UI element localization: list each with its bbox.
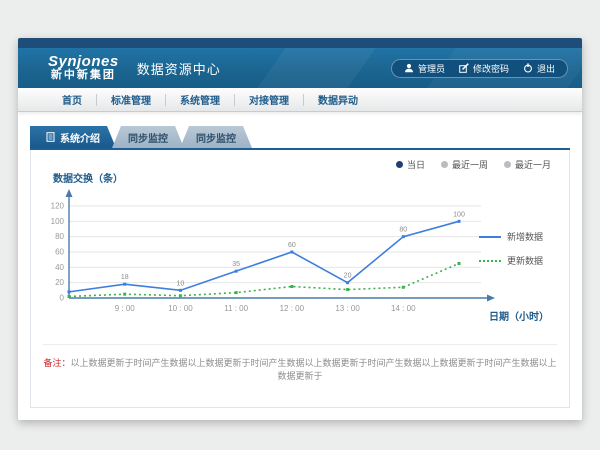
brand-logo-en: Synjones [48,54,119,70]
svg-text:10: 10 [177,280,185,287]
tab-bar: 系统介绍 同步监控 同步监控 [30,126,570,148]
svg-text:35: 35 [232,261,240,268]
chart-panel: 当日 最近一周 最近一月 数据交换（条） 0 20 40 60 80 100 120 9 : … [30,150,570,408]
tab-sync-monitor-2[interactable]: 同步监控 [180,126,252,148]
radio-label: 当日 [407,158,425,171]
tab-label: 同步监控 [128,130,168,145]
main-nav: 首页 标准管理 系统管理 对接管理 数据异动 [18,88,582,112]
data-exchange-line-chart: 0 20 40 60 80 100 120 9 : 00 10 : 00 11 : 00 12 : … [41,186,501,328]
svg-text:12 : 00: 12 : 00 [280,304,305,313]
tab-system-intro[interactable]: 系统介绍 [30,126,116,148]
svg-text:100: 100 [453,211,465,218]
nav-item-interface-mgmt[interactable]: 对接管理 [235,92,303,107]
legend-swatch-dotted-green [479,260,501,262]
svg-text:80: 80 [55,232,64,241]
app-title: 数据资源中心 [137,59,221,78]
svg-text:11 : 00: 11 : 00 [224,304,248,313]
nav-item-home[interactable]: 首页 [48,92,96,107]
svg-text:18: 18 [121,274,129,281]
time-range-filter: 当日 最近一周 最近一月 [396,158,551,171]
brand-logo: Synjones 新中新集团 [48,54,119,81]
legend-item-new-data: 新增数据 [479,230,557,243]
change-password-label: 修改密码 [473,62,509,75]
page-background: Synjones 新中新集团 数据资源中心 管理员 修改密码 退出 [0,0,600,450]
svg-text:60: 60 [55,248,64,257]
svg-text:14 : 00: 14 : 00 [391,304,416,313]
tab-label: 同步监控 [196,130,236,145]
tab-sync-monitor-1[interactable]: 同步监控 [112,126,184,148]
logout-label: 退出 [537,62,555,75]
nav-item-standard-mgmt[interactable]: 标准管理 [97,92,165,107]
radio-label: 最近一周 [452,158,488,171]
header-top-strip [18,38,582,48]
svg-text:10 : 00: 10 : 00 [168,304,193,313]
legend-label: 更新数据 [507,254,543,267]
radio-dot [504,161,511,168]
svg-text:60: 60 [288,242,296,249]
tab-label: 系统介绍 [60,130,100,145]
nav-item-system-mgmt[interactable]: 系统管理 [166,92,234,107]
legend-label: 新增数据 [507,230,543,243]
app-header: Synjones 新中新集团 数据资源中心 管理员 修改密码 退出 [18,48,582,88]
content-area: 系统介绍 同步监控 同步监控 当日 最近 [18,112,582,420]
svg-text:80: 80 [399,227,407,234]
power-icon [523,63,533,73]
radio-dot [441,161,448,168]
legend-item-updated-data: 更新数据 [479,254,557,267]
svg-text:120: 120 [51,202,65,211]
user-toolbar: 管理员 修改密码 退出 [391,59,568,78]
footnote: 备注：以上数据更新于时间产生数据以上数据更新于时间产生数据以上数据更新于时间产生… [43,344,557,382]
brand-logo-cn: 新中新集团 [48,70,119,82]
svg-text:13 : 00: 13 : 00 [335,304,360,313]
user-icon [404,63,414,73]
footnote-prefix: 备注： [43,358,70,368]
current-user-button[interactable]: 管理员 [404,62,445,75]
radio-today[interactable]: 当日 [396,158,425,171]
svg-text:100: 100 [51,217,65,226]
edit-icon [459,63,469,73]
footnote-text: 以上数据更新于时间产生数据以上数据更新于时间产生数据以上数据更新于时间产生数据以… [71,358,557,381]
svg-text:0: 0 [60,294,65,303]
y-axis-title: 数据交换（条） [53,170,123,185]
current-user-label: 管理员 [418,62,445,75]
change-password-button[interactable]: 修改密码 [459,62,509,75]
header-decor-streak [243,48,382,88]
radio-last-month[interactable]: 最近一月 [504,158,551,171]
svg-text:9 : 00: 9 : 00 [115,304,136,313]
document-icon [46,132,55,142]
nav-item-data-change[interactable]: 数据异动 [304,92,372,107]
svg-text:20: 20 [55,278,64,287]
radio-label: 最近一月 [515,158,551,171]
radio-dot-selected [396,161,403,168]
logout-button[interactable]: 退出 [523,62,555,75]
app-window: Synjones 新中新集团 数据资源中心 管理员 修改密码 退出 [18,38,582,420]
x-axis-title: 日期（小时） [489,308,549,323]
svg-text:40: 40 [55,263,64,272]
chart-legend: 新增数据 更新数据 [479,230,557,278]
radio-last-week[interactable]: 最近一周 [441,158,488,171]
legend-swatch-solid-blue [479,236,501,238]
svg-text:20: 20 [344,273,352,280]
